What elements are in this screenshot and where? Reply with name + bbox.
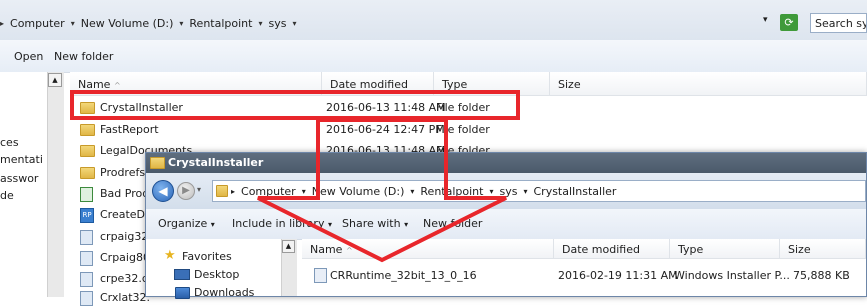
red-arrow-annotation [257,118,507,263]
down-arrow-icon [257,118,507,263]
